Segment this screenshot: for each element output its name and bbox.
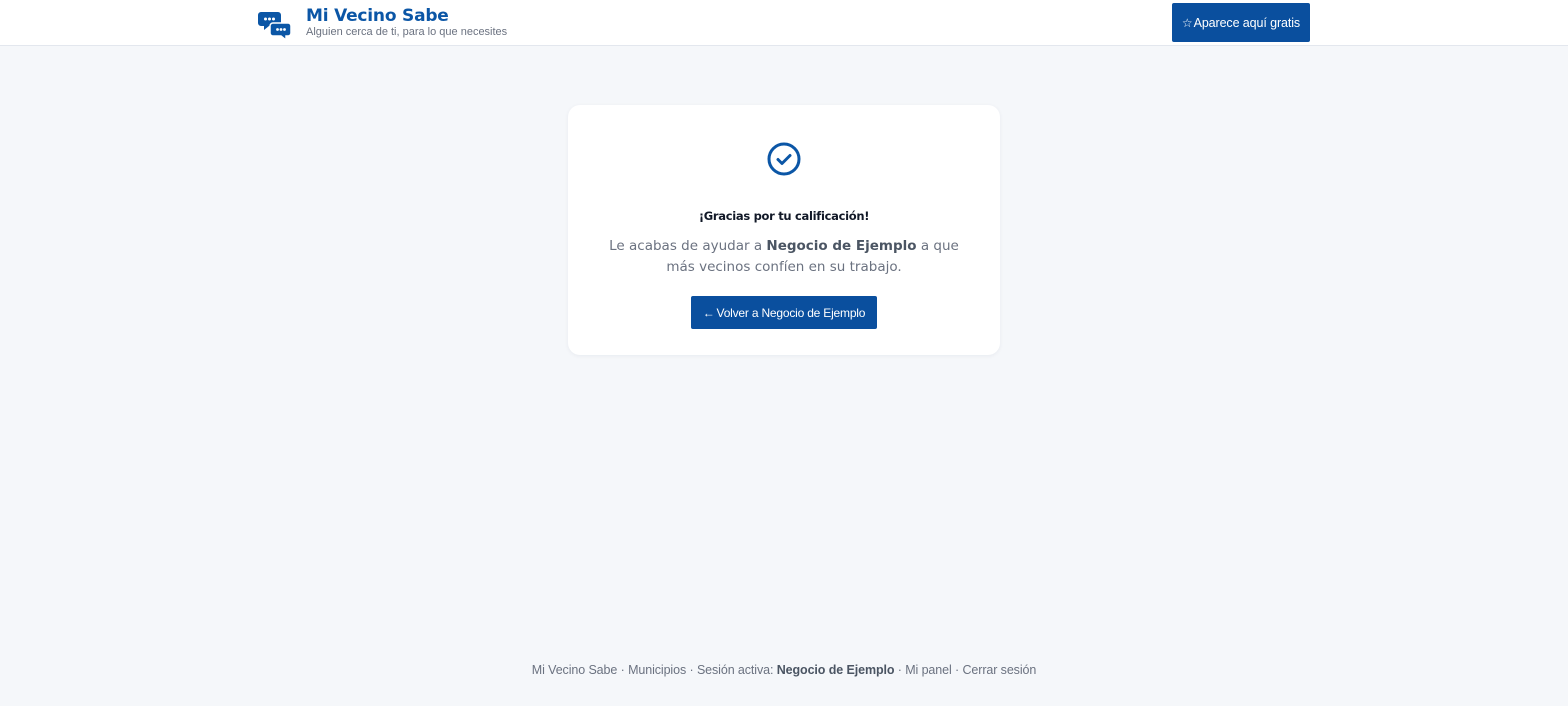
star-outline-icon: ☆ bbox=[1181, 15, 1193, 30]
thank-you-card: ¡Gracias por tu calificación! Le acabas … bbox=[568, 105, 1000, 355]
back-to-business-button[interactable]: ← Volver a Negocio de Ejemplo bbox=[691, 296, 877, 329]
brand-link[interactable]: Mi Vecino Sabe Alguien cerca de ti, para… bbox=[258, 6, 507, 42]
footer-session-label: Sesión activa: bbox=[696, 663, 774, 677]
back-to-business-label: Volver a Negocio de Ejemplo bbox=[716, 305, 866, 320]
site-header: Mi Vecino Sabe Alguien cerca de ti, para… bbox=[0, 0, 1568, 46]
brand-title: Mi Vecino Sabe bbox=[306, 6, 449, 26]
business-name: Negocio de Ejemplo bbox=[766, 238, 917, 254]
thank-you-title: ¡Gracias por tu calificación! bbox=[698, 209, 870, 223]
site-footer: Mi Vecino Sabe · Municipios · Sesión act… bbox=[0, 663, 1568, 677]
brand-subtitle: Alguien cerca de ti, para lo que necesit… bbox=[306, 26, 508, 38]
footer-municipios-link[interactable]: Municipios bbox=[628, 663, 686, 677]
footer-separator: · bbox=[894, 663, 906, 677]
footer-panel-link[interactable]: Mi panel bbox=[905, 663, 952, 677]
appear-free-label: Aparece aquí gratis bbox=[1193, 15, 1301, 30]
appear-free-button[interactable]: ☆ Aparece aquí gratis bbox=[1172, 3, 1310, 42]
brand-text: Mi Vecino Sabe Alguien cerca de ti, para… bbox=[306, 6, 507, 39]
footer-home-link[interactable]: Mi Vecino Sabe bbox=[532, 663, 618, 677]
check-circle-icon bbox=[767, 142, 801, 176]
message-prefix: Le acabas de ayudar a bbox=[609, 238, 767, 254]
footer-separator: · bbox=[951, 663, 963, 677]
thank-you-message: Le acabas de ayudar a Negocio de Ejemplo… bbox=[598, 236, 970, 278]
footer-session-user: Negocio de Ejemplo bbox=[776, 663, 895, 677]
footer-separator: · bbox=[686, 663, 697, 677]
footer-logout-link[interactable]: Cerrar sesión bbox=[962, 663, 1036, 677]
chat-bubbles-icon bbox=[258, 12, 292, 42]
arrow-left-icon: ← bbox=[702, 305, 715, 320]
footer-separator: · bbox=[617, 663, 629, 677]
